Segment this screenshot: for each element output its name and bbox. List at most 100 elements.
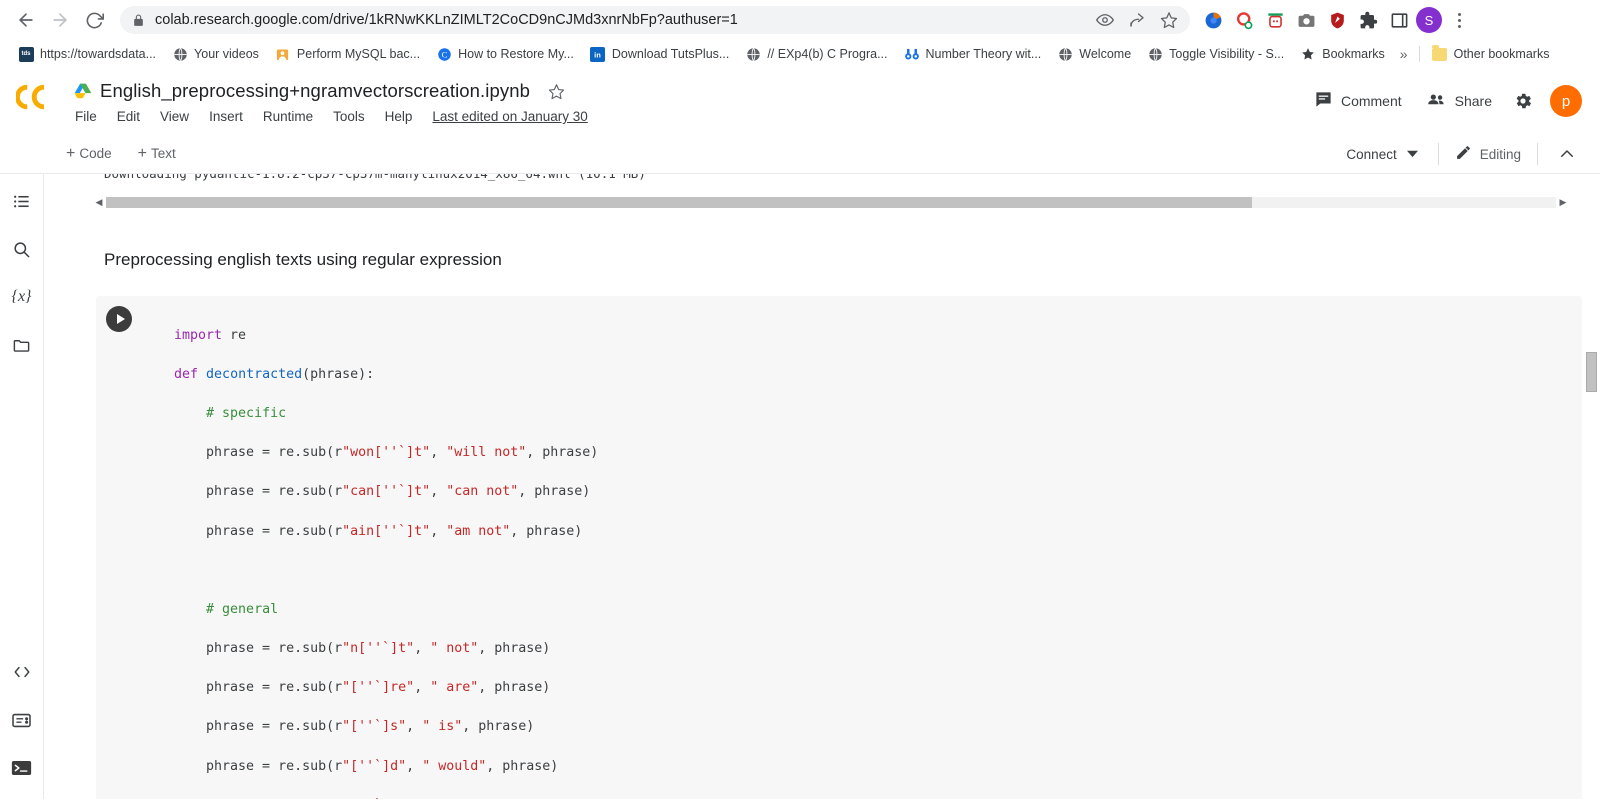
vertical-scrollbar-thumb[interactable] bbox=[1586, 352, 1597, 392]
collapse-header-button[interactable] bbox=[1548, 135, 1586, 173]
notebook-scroll-area[interactable]: Downloading pydantic-1.8.2-cp37-cp37m-ma… bbox=[44, 174, 1600, 799]
code-snippets-icon[interactable] bbox=[9, 659, 35, 685]
globe-icon bbox=[1147, 46, 1163, 62]
star-icon[interactable] bbox=[548, 83, 565, 100]
code-cell[interactable]: import re def decontracted(phrase): # sp… bbox=[96, 296, 1582, 799]
page-title[interactable]: English_preprocessing+ngramvectorscreati… bbox=[100, 80, 530, 102]
files-icon[interactable] bbox=[9, 332, 35, 358]
svg-text:in: in bbox=[595, 50, 602, 59]
share-icon[interactable] bbox=[1128, 11, 1146, 29]
browser-extension-blue-icon[interactable] bbox=[1202, 9, 1224, 31]
people-icon bbox=[1426, 90, 1447, 112]
browser-extension-camera-icon[interactable] bbox=[1295, 9, 1317, 31]
menu-runtime[interactable]: Runtime bbox=[253, 106, 323, 127]
c-icon: C bbox=[436, 46, 452, 62]
eye-icon[interactable] bbox=[1096, 11, 1114, 29]
reload-button[interactable] bbox=[78, 4, 110, 36]
bookmarks-bar: tds https://towardsdata... Your videos P… bbox=[0, 40, 1600, 68]
bookmark-label: Your videos bbox=[194, 47, 259, 61]
bookmark-item[interactable]: Perform MySQL bac... bbox=[267, 43, 428, 65]
colab-user-avatar[interactable]: p bbox=[1550, 85, 1582, 117]
code-line: phrase = re.sub(r"can[''`]t", "can not",… bbox=[174, 484, 591, 500]
code-line: phrase = re.sub(r"[''`]s", " is", phrase… bbox=[174, 719, 535, 735]
bookmark-item[interactable]: Your videos bbox=[164, 43, 267, 65]
bookmark-item[interactable]: in Download TutsPlus... bbox=[582, 43, 737, 65]
bookmark-item[interactable]: Toggle Visibility - S... bbox=[1139, 43, 1292, 65]
bookmark-item[interactable]: Welcome bbox=[1049, 43, 1139, 65]
add-code-cell-button[interactable]: + Code bbox=[56, 141, 122, 167]
chrome-menu-button[interactable] bbox=[1446, 11, 1472, 29]
address-bar-url: colab.research.google.com/drive/1kRNwKKL… bbox=[155, 12, 738, 28]
bookmarks-overflow-button[interactable]: » bbox=[1393, 43, 1415, 65]
header-actions: Comment Share p bbox=[1302, 82, 1582, 120]
run-cell-button[interactable] bbox=[106, 306, 132, 332]
code-line: # specific bbox=[206, 405, 287, 421]
menu-file[interactable]: File bbox=[74, 106, 107, 127]
chrome-profile-avatar[interactable]: S bbox=[1416, 7, 1442, 33]
colab-header: English_preprocessing+ngramvectorscreati… bbox=[0, 68, 1600, 134]
bookmark-item[interactable]: // EXp4(b) C Progra... bbox=[737, 43, 895, 65]
lock-icon bbox=[132, 14, 145, 27]
menu-edit[interactable]: Edit bbox=[107, 106, 150, 127]
scroll-left-arrow-icon[interactable]: ◀ bbox=[92, 197, 106, 208]
menu-insert[interactable]: Insert bbox=[199, 106, 253, 127]
browser-extension-redbox-icon[interactable] bbox=[1264, 9, 1286, 31]
share-button[interactable]: Share bbox=[1414, 84, 1504, 118]
browser-extension-sidepanel-icon[interactable] bbox=[1388, 9, 1410, 31]
colab-logo[interactable] bbox=[0, 68, 74, 110]
command-palette-icon[interactable] bbox=[9, 707, 35, 733]
toolbar-divider bbox=[1437, 143, 1439, 165]
markdown-heading-above[interactable]: Preprocessing english texts using regula… bbox=[44, 250, 1600, 270]
pencil-icon bbox=[1455, 144, 1472, 164]
browser-extension-shield-icon[interactable] bbox=[1326, 9, 1348, 31]
forward-button[interactable] bbox=[44, 4, 76, 36]
bookmark-star-icon[interactable] bbox=[1160, 11, 1178, 29]
connect-button[interactable]: Connect bbox=[1336, 141, 1427, 168]
cell-run-gutter bbox=[106, 306, 136, 332]
code-editor[interactable]: import re def decontracted(phrase): # sp… bbox=[96, 306, 1582, 799]
add-text-cell-button[interactable]: + Text bbox=[128, 141, 186, 167]
search-icon[interactable] bbox=[9, 236, 35, 262]
scroll-right-arrow-icon[interactable]: ▶ bbox=[1556, 197, 1570, 208]
bookmark-item[interactable]: Number Theory wit... bbox=[896, 43, 1050, 65]
toolbar-right-group: Connect Editing bbox=[1336, 134, 1586, 174]
terminal-icon[interactable] bbox=[9, 755, 35, 781]
code-line: phrase = re.sub(r"[''`]d", " would", phr… bbox=[174, 758, 559, 774]
code-line: phrase = re.sub(r"ain[''`]t", "am not", … bbox=[174, 523, 583, 539]
connect-label: Connect bbox=[1346, 146, 1397, 162]
toolbar-divider bbox=[1537, 143, 1538, 165]
bookmark-item[interactable]: Bookmarks bbox=[1292, 43, 1393, 65]
left-rail-bottom bbox=[0, 659, 43, 781]
browser-navigation-bar: colab.research.google.com/drive/1kRNwKKL… bbox=[0, 0, 1600, 40]
editing-mode-button[interactable]: Editing bbox=[1449, 138, 1527, 170]
browser-extension-puzzle-icon[interactable] bbox=[1357, 9, 1379, 31]
browser-extension-qq-icon[interactable] bbox=[1233, 9, 1255, 31]
bookmark-item[interactable]: tds https://towardsdata... bbox=[10, 43, 164, 65]
last-edited-label[interactable]: Last edited on January 30 bbox=[432, 109, 587, 124]
menu-tools[interactable]: Tools bbox=[323, 106, 375, 127]
bookmark-label: Bookmarks bbox=[1322, 47, 1385, 61]
editing-label: Editing bbox=[1479, 146, 1521, 162]
bookmarks-divider bbox=[1418, 46, 1420, 62]
settings-button[interactable] bbox=[1504, 82, 1542, 120]
code-line: phrase = re.sub(r"[''`]ll", " will", phr… bbox=[174, 796, 1582, 799]
comment-button[interactable]: Comment bbox=[1302, 84, 1414, 118]
colab-toolbar: + Code + Text Connect Editing bbox=[0, 134, 1600, 174]
bookmark-label: https://towardsdata... bbox=[40, 47, 157, 61]
output-horizontal-scrollbar[interactable]: ◀ ▶ bbox=[92, 196, 1570, 208]
hscroll-thumb[interactable] bbox=[106, 196, 1252, 208]
plus-icon: + bbox=[137, 144, 147, 162]
address-bar[interactable]: colab.research.google.com/drive/1kRNwKKL… bbox=[120, 6, 1190, 34]
bookmark-item[interactable]: C How to Restore My... bbox=[428, 43, 582, 65]
variables-icon[interactable]: {x} bbox=[9, 284, 35, 310]
other-bookmarks-button[interactable]: Other bookmarks bbox=[1424, 43, 1558, 65]
back-button[interactable] bbox=[10, 4, 42, 36]
code-line: phrase = re.sub(r"n[''`]t", " not", phra… bbox=[174, 641, 551, 657]
menu-help[interactable]: Help bbox=[375, 106, 423, 127]
menu-view[interactable]: View bbox=[150, 106, 199, 127]
hscroll-track[interactable] bbox=[106, 196, 1556, 208]
table-of-contents-icon[interactable] bbox=[9, 188, 35, 214]
page-vertical-scrollbar[interactable] bbox=[1586, 174, 1598, 799]
colab-app: English_preprocessing+ngramvectorscreati… bbox=[0, 68, 1600, 799]
